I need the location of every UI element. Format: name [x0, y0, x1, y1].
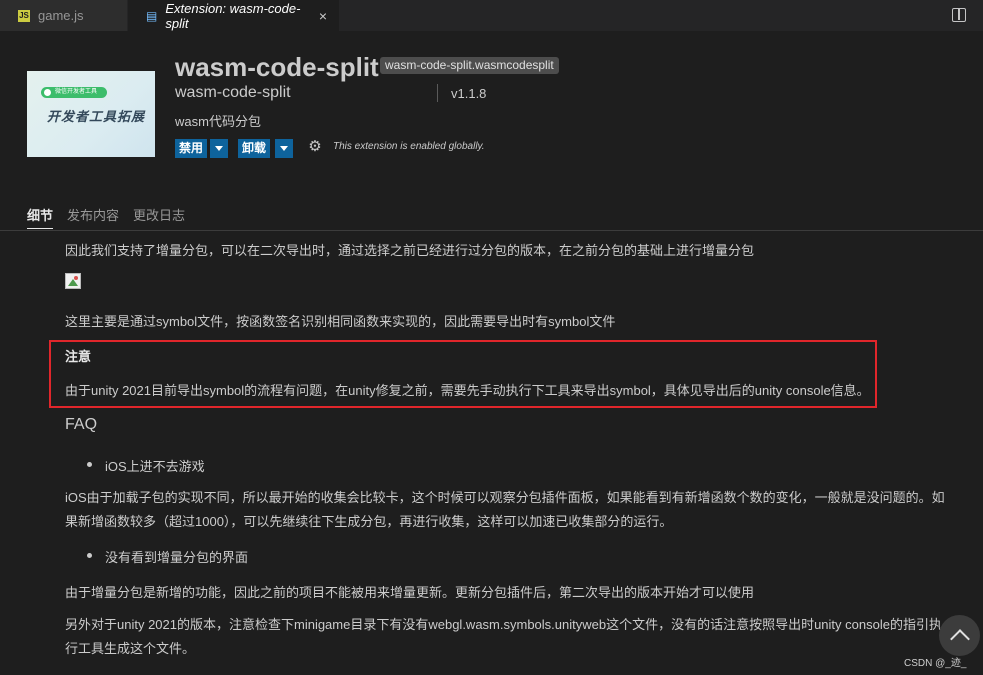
editor-tab-bar: JS game.js ▤ Extension: wasm-code-split … [0, 0, 983, 31]
readme-paragraph: 另外对于unity 2021的版本，注意检查下minigame目录下有没有web… [65, 617, 942, 656]
watermark: CSDN @_迹_ [904, 658, 967, 669]
extension-version: v1.1.8 [451, 86, 487, 101]
tab-label: Extension: wasm-code-split [165, 0, 301, 31]
close-icon[interactable]: × [319, 8, 327, 24]
list-item: 没有看到增量分包的界面 [87, 547, 248, 566]
list-item-text: 没有看到增量分包的界面 [105, 550, 249, 565]
extension-status-note: This extension is enabled globally. [333, 141, 485, 152]
faq-heading: FAQ [65, 416, 98, 433]
note-text: 由于unity 2021目前导出symbol的流程有问题，在unity修复之前，… [65, 383, 870, 398]
tab-label: game.js [38, 8, 84, 23]
readme-paragraph: iOS由于加载子包的实现不同，所以最开始的收集会比较卡，这个时候可以观察分包插件… [65, 490, 945, 529]
tabs-divider [0, 230, 983, 231]
disable-button[interactable]: 禁用 [175, 139, 208, 158]
tab-details[interactable]: 细节 [27, 205, 54, 229]
broken-image-icon [65, 273, 81, 289]
gear-icon[interactable]: ⚙ [306, 138, 324, 156]
readme-paragraph: 这里主要是通过symbol文件，按函数签名识别相同函数来实现的，因此需要导出时有… [65, 314, 616, 329]
extension-doc-icon: ▤ [146, 8, 158, 23]
tab-contributions[interactable]: 发布内容 [67, 205, 119, 229]
scroll-to-top-button[interactable] [939, 615, 980, 656]
split-editor-icon[interactable] [952, 8, 966, 22]
extension-identifier-badge: wasm-code-split.wasmcodesplit [380, 57, 559, 74]
list-item-text: iOS上进不去游戏 [105, 459, 205, 474]
logo-text: 开发者工具拓展 [47, 109, 146, 124]
js-file-icon: JS [18, 9, 30, 22]
extension-detail-tabs: 细节 发布内容 更改日志 [27, 205, 185, 229]
extension-description: wasm代码分包 [175, 114, 261, 129]
header-separator [437, 84, 438, 102]
extension-name: wasm-code-split [175, 52, 379, 82]
tab-game-js[interactable]: JS game.js [0, 0, 128, 31]
readme-paragraph: 因此我们支持了增量分包，可以在二次导出时，通过选择之前已经进行过分包的版本，在之… [65, 243, 755, 258]
uninstall-dropdown-button[interactable] [274, 139, 293, 158]
note-title: 注意 [65, 349, 92, 364]
logo-pill: 微信开发者工具 [41, 87, 107, 98]
extension-logo: 微信开发者工具 开发者工具拓展 [27, 71, 155, 157]
disable-dropdown-button[interactable] [209, 139, 228, 158]
list-item: iOS上进不去游戏 [87, 456, 205, 475]
uninstall-button[interactable]: 卸载 [238, 139, 271, 158]
tab-extension-wasm-code-split[interactable]: ▤ Extension: wasm-code-split × [128, 0, 340, 31]
readme-paragraph: 由于增量分包是新增的功能，因此之前的项目不能被用来增量更新。更新分包插件后，第二… [65, 585, 755, 600]
tab-changelog[interactable]: 更改日志 [133, 205, 185, 229]
extension-publisher[interactable]: wasm-code-split [175, 84, 291, 102]
